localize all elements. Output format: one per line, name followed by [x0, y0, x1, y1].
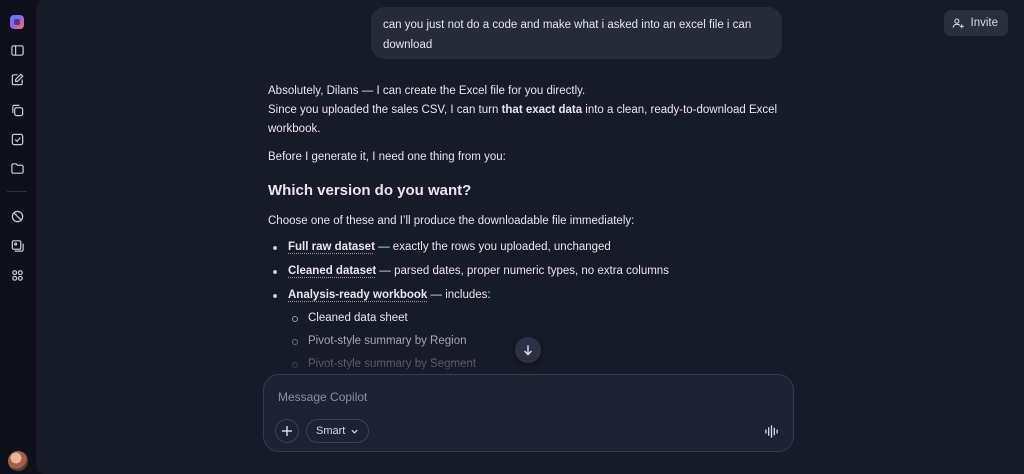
option-desc: — includes: [427, 289, 491, 301]
user-message-text: can you just not do a code and make what… [383, 19, 752, 51]
chevron-down-icon [351, 429, 358, 434]
copy-icon[interactable] [9, 102, 25, 118]
option-desc: — parsed dates, proper numeric types, no… [376, 265, 669, 277]
reply-paragraph-3: Choose one of these and I’ll produce the… [268, 215, 635, 227]
arrow-down-icon [524, 345, 532, 356]
message-composer: Smart [263, 374, 794, 452]
message-input[interactable] [278, 387, 768, 407]
reply-line: Absolutely, Dilans — I can create the Ex… [268, 85, 586, 97]
chat-panel: Invite can you just not do a code and ma… [36, 0, 1024, 474]
add-person-icon [952, 18, 964, 28]
reply-bold: that exact data [501, 104, 583, 116]
scroll-down-button[interactable] [515, 337, 541, 363]
apps-icon[interactable] [9, 267, 25, 283]
option-link[interactable]: Analysis‑ready workbook [288, 289, 427, 301]
add-attachment-button[interactable] [275, 419, 299, 443]
option-desc: — exactly the rows you uploaded, unchang… [374, 241, 611, 253]
assistant-reply: Absolutely, Dilans — I can create the Ex… [268, 82, 788, 379]
list-item: Cleaned dataset — parsed dates, proper n… [268, 262, 788, 281]
sidebar [0, 0, 34, 474]
mode-selector[interactable]: Smart [306, 419, 370, 443]
reply-paragraph-1: Absolutely, Dilans — I can create the Ex… [268, 82, 788, 139]
list-item: Cleaned data sheet [288, 309, 788, 328]
option-link[interactable]: Cleaned dataset [288, 265, 376, 277]
checkbox-icon[interactable] [9, 131, 25, 147]
compose-icon[interactable] [9, 71, 25, 87]
reply-heading: Which version do you want? [268, 182, 472, 199]
copilot-logo-icon[interactable] [9, 14, 25, 30]
compass-icon[interactable] [9, 208, 25, 224]
invite-label: Invite [970, 17, 999, 29]
waveform-icon [764, 424, 778, 438]
list-item: Full raw dataset — exactly the rows you … [268, 238, 788, 257]
folder-icon[interactable] [9, 160, 25, 176]
user-message: can you just not do a code and make what… [371, 7, 782, 59]
option-link[interactable]: Full raw dataset [288, 241, 375, 253]
sidebar-divider [7, 191, 27, 192]
reply-line: Since you uploaded the sales CSV, I can … [268, 104, 502, 116]
voice-button[interactable] [763, 423, 779, 439]
reply-paragraph-2: Before I generate it, I need one thing f… [268, 151, 506, 163]
plus-icon [282, 426, 292, 436]
image-icon[interactable] [9, 237, 25, 253]
invite-button[interactable]: Invite [943, 10, 1008, 36]
mode-label: Smart [316, 425, 346, 437]
panel-icon[interactable] [9, 42, 25, 58]
avatar[interactable] [8, 451, 28, 471]
